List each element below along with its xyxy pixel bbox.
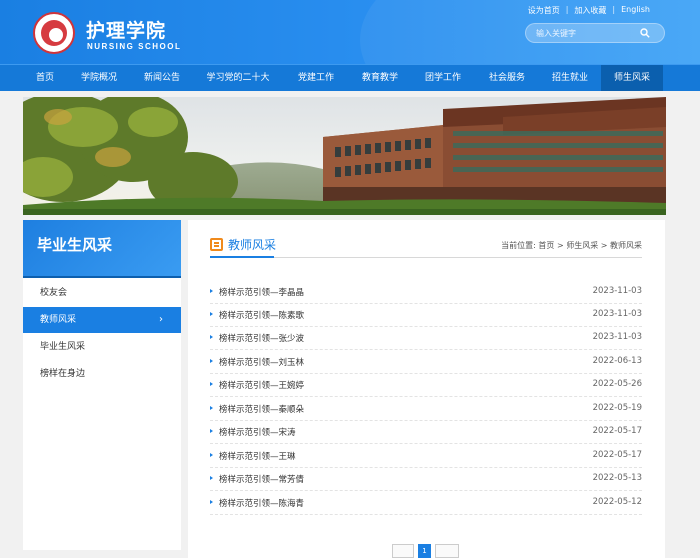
list-item[interactable]: 榜样示范引领—常芳倩 2022-05-13: [210, 468, 642, 491]
sidebar-item-graduate-profiles[interactable]: 毕业生风采: [23, 334, 181, 360]
article-title[interactable]: 榜样示范引领—秦顺朵: [219, 403, 304, 415]
page-current[interactable]: 1: [418, 544, 431, 558]
sidebar: 毕业生风采 校友会 教师风采 › 毕业生风采 榜样在身边: [23, 220, 181, 550]
pagination: 1: [188, 542, 665, 558]
site-header: 护理学院 NURSING SCHOOL 设为首页 | 加入收藏 | Englis…: [0, 0, 700, 64]
nav-item-home[interactable]: 首页: [23, 65, 67, 91]
campus-banner: [23, 97, 666, 215]
nav-item-20th-congress[interactable]: 学习党的二十大: [195, 65, 281, 91]
article-title[interactable]: 榜样示范引领—刘玉林: [219, 356, 304, 368]
nav-item-admissions[interactable]: 招生就业: [540, 65, 600, 91]
bullet-icon: [210, 406, 213, 410]
nav-item-youth-league[interactable]: 团学工作: [413, 65, 473, 91]
bullet-icon: [210, 289, 213, 293]
article-title[interactable]: 榜样示范引领—宋涛: [219, 426, 296, 438]
list-item[interactable]: 榜样示范引领—秦顺朵 2022-05-19: [210, 398, 642, 421]
article-title[interactable]: 榜样示范引领—陈海青: [219, 497, 304, 509]
breadcrumb-home[interactable]: 首页: [538, 241, 554, 250]
top-links: 设为首页 | 加入收藏 | English: [528, 5, 650, 16]
divider: |: [565, 5, 569, 14]
article-date: 2022-05-13: [592, 473, 642, 483]
article-title[interactable]: 榜样示范引领—张少波: [219, 332, 304, 344]
search-icon[interactable]: [640, 28, 650, 38]
breadcrumb-level1[interactable]: 师生风采: [566, 241, 598, 250]
divider: |: [612, 5, 616, 14]
article-date: 2023-11-03: [592, 286, 642, 296]
nav-item-faculty-students[interactable]: 师生风采: [601, 65, 663, 91]
article-date: 2022-05-19: [592, 403, 642, 413]
article-date: 2022-06-13: [592, 356, 642, 366]
breadcrumb-level2[interactable]: 教师风采: [610, 241, 642, 250]
list-item[interactable]: 榜样示范引领—陈海青 2022-05-12: [210, 492, 642, 515]
nav-item-overview[interactable]: 学院概况: [69, 65, 129, 91]
breadcrumb-sep: >: [600, 241, 608, 250]
breadcrumb-sep: >: [556, 241, 564, 250]
bullet-icon: [210, 359, 213, 363]
bullet-icon: [210, 453, 213, 457]
sidebar-item-role-models[interactable]: 榜样在身边: [23, 361, 181, 387]
bullet-icon: [210, 500, 213, 504]
sidebar-item-label: 校友会: [40, 288, 68, 298]
article-title[interactable]: 榜样示范引领—李晶晶: [219, 286, 304, 298]
nav-item-social-service[interactable]: 社会服务: [476, 65, 538, 91]
search-input[interactable]: [536, 27, 636, 40]
next-page-button[interactable]: [435, 544, 459, 558]
list-item[interactable]: 榜样示范引领—李晶晶 2023-11-03: [210, 281, 642, 304]
bullet-icon: [210, 476, 213, 480]
set-homepage-link[interactable]: 设为首页: [528, 5, 560, 16]
bullet-icon: [210, 429, 213, 433]
article-date: 2022-05-17: [592, 450, 642, 460]
list-item[interactable]: 榜样示范引领—刘玉林 2022-06-13: [210, 351, 642, 374]
article-title[interactable]: 榜样示范引领—常芳倩: [219, 473, 304, 485]
site-subtitle: NURSING SCHOOL: [87, 42, 182, 51]
search-box: [525, 23, 665, 43]
sidebar-item-label: 榜样在身边: [40, 369, 86, 379]
list-item[interactable]: 榜样示范引领—张少波 2023-11-03: [210, 327, 642, 350]
bullet-icon: [210, 312, 213, 316]
bullet-icon: [210, 335, 213, 339]
prev-page-button[interactable]: [392, 544, 414, 558]
article-date: 2023-11-03: [592, 332, 642, 342]
list-item[interactable]: 榜样示范引领—王琳 2022-05-17: [210, 445, 642, 468]
add-favorite-link[interactable]: 加入收藏: [574, 5, 606, 16]
article-date: 2023-11-03: [592, 309, 642, 319]
nav-item-teaching[interactable]: 教育教学: [349, 65, 411, 91]
article-title[interactable]: 榜样示范引领—王琳: [219, 450, 296, 462]
sidebar-item-teacher-profiles[interactable]: 教师风采 ›: [23, 307, 181, 333]
sidebar-item-label: 毕业生风采: [40, 342, 86, 352]
chevron-right-icon: ›: [159, 314, 163, 325]
nav-item-party-building[interactable]: 党建工作: [285, 65, 347, 91]
section-divider: [210, 256, 642, 258]
article-title[interactable]: 榜样示范引领—陈素歌: [219, 309, 304, 321]
breadcrumb: 当前位置: 首页 > 师生风采 > 教师风采: [501, 240, 642, 251]
list-item[interactable]: 榜样示范引领—王婉婷 2022-05-26: [210, 374, 642, 397]
sidebar-heading: 毕业生风采: [23, 220, 181, 278]
section-title: 教师风采: [228, 238, 277, 252]
article-date: 2022-05-12: [592, 497, 642, 507]
bullet-icon: [210, 382, 213, 386]
site-title[interactable]: 护理学院: [86, 16, 166, 43]
nav-item-news[interactable]: 新闻公告: [131, 65, 193, 91]
college-seal-logo[interactable]: [33, 12, 75, 54]
edit-document-icon: [210, 238, 223, 251]
sidebar-item-label: 教师风采: [40, 315, 77, 325]
list-item[interactable]: 榜样示范引领—宋涛 2022-05-17: [210, 421, 642, 444]
list-item[interactable]: 榜样示范引领—陈素歌 2023-11-03: [210, 304, 642, 327]
article-date: 2022-05-17: [592, 426, 642, 436]
english-link[interactable]: English: [621, 5, 650, 16]
breadcrumb-prefix: 当前位置:: [501, 241, 536, 250]
article-date: 2022-05-26: [592, 379, 642, 389]
sidebar-item-alumni-association[interactable]: 校友会: [23, 280, 181, 306]
main-nav: 首页 学院概况 新闻公告 学习党的二十大 党建工作 教育教学 团学工作 社会服务…: [0, 64, 700, 91]
article-title[interactable]: 榜样示范引领—王婉婷: [219, 379, 304, 391]
campus-building-photo: [23, 97, 666, 215]
main-content: 教师风采 当前位置: 首页 > 师生风采 > 教师风采 榜样示范引领—李晶晶 2…: [188, 220, 665, 558]
